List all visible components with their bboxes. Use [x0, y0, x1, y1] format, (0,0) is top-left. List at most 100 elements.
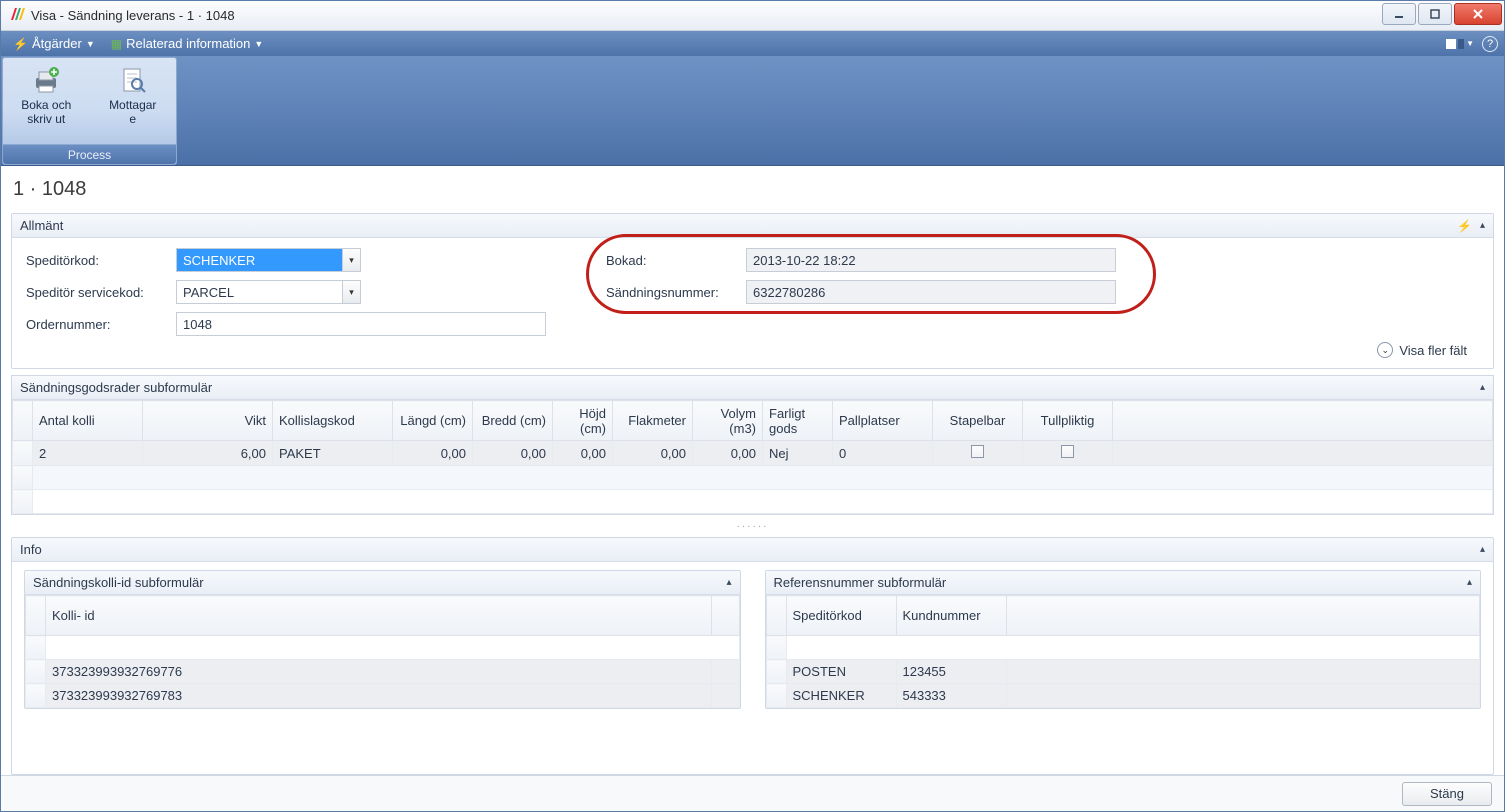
- button-label: Stäng: [1430, 786, 1464, 801]
- chevron-up-icon[interactable]: ▴: [1480, 544, 1485, 555]
- document-search-icon: [117, 64, 149, 96]
- menu-related-info[interactable]: ▦ Relaterad information ▼: [105, 34, 270, 53]
- cell[interactable]: 0,00: [613, 441, 693, 466]
- splitter[interactable]: ······: [11, 521, 1494, 531]
- ribbon-btn-label: Mottagar: [109, 98, 156, 112]
- chevron-up-icon[interactable]: ▴: [726, 577, 731, 588]
- col-spacer: [1006, 596, 1480, 636]
- menu-actions-label: Åtgärder: [32, 36, 82, 51]
- col-bredd[interactable]: Bredd (cm): [473, 401, 553, 441]
- chevron-down-icon: ▼: [86, 39, 95, 49]
- cell-tullpliktig[interactable]: [1023, 441, 1113, 466]
- col-spacer: [711, 596, 739, 636]
- input-servicekod[interactable]: [176, 280, 361, 304]
- cell[interactable]: PAKET: [273, 441, 393, 466]
- input-bokad: [746, 248, 1116, 272]
- row-selector[interactable]: [13, 441, 33, 466]
- printer-plus-icon: [30, 64, 62, 96]
- app-icon: [9, 6, 25, 25]
- view-toggle-icon[interactable]: ▼: [1446, 39, 1474, 49]
- dropdown-button[interactable]: ▾: [342, 249, 360, 271]
- col-vikt[interactable]: Vikt: [143, 401, 273, 441]
- col-kolli-id[interactable]: Kolli- id: [46, 596, 712, 636]
- col-kollislagskod[interactable]: Kollislagskod: [273, 401, 393, 441]
- close-form-button[interactable]: Stäng: [1402, 782, 1492, 806]
- cell[interactable]: 0,00: [553, 441, 613, 466]
- col-tullpliktig[interactable]: Tullpliktig: [1023, 401, 1113, 441]
- close-button[interactable]: [1454, 3, 1502, 25]
- cell[interactable]: 373323993932769776: [46, 660, 712, 684]
- cell[interactable]: 2: [33, 441, 143, 466]
- panel-header-general[interactable]: Allmänt ⚡ ▴: [12, 214, 1493, 238]
- chevron-up-icon[interactable]: ▴: [1480, 220, 1485, 231]
- cell[interactable]: 0: [833, 441, 933, 466]
- subpanel-header-ref[interactable]: Referensnummer subformulär ▴: [766, 571, 1481, 595]
- ribbon-group-process: Boka och skriv ut Mottagar e Process: [2, 57, 177, 165]
- dropdown-button[interactable]: ▾: [342, 281, 360, 303]
- chevron-down-icon: ▼: [254, 39, 263, 49]
- cell-stapelbar[interactable]: [933, 441, 1023, 466]
- page-title: 1 · 1048: [11, 174, 1494, 207]
- checkbox-icon[interactable]: [1061, 445, 1074, 458]
- input-speditorkod[interactable]: [176, 248, 361, 272]
- table-row[interactable]: [766, 636, 1480, 660]
- cell[interactable]: 373323993932769783: [46, 684, 712, 708]
- cell[interactable]: 0,00: [473, 441, 553, 466]
- col-farligt[interactable]: Farligt gods: [763, 401, 833, 441]
- chevron-up-icon[interactable]: ▴: [1480, 382, 1485, 393]
- col-speditorkod[interactable]: Speditörkod: [786, 596, 896, 636]
- cell[interactable]: POSTEN: [786, 660, 896, 684]
- maximize-button[interactable]: [1418, 3, 1452, 25]
- table-row[interactable]: 373323993932769783: [26, 684, 740, 708]
- table-row[interactable]: POSTEN123455: [766, 660, 1480, 684]
- panel-header-goods[interactable]: Sändningsgodsrader subformulär ▴: [12, 376, 1493, 400]
- table-row[interactable]: [13, 490, 1493, 514]
- table-row[interactable]: 373323993932769776: [26, 660, 740, 684]
- ribbon-btn-mottagare[interactable]: Mottagar e: [90, 58, 177, 144]
- menu-actions[interactable]: ⚡ Åtgärder ▼: [7, 34, 101, 53]
- col-hojd[interactable]: Höjd (cm): [553, 401, 613, 441]
- col-langd[interactable]: Längd (cm): [393, 401, 473, 441]
- help-icon[interactable]: ?: [1482, 36, 1498, 52]
- window: Visa - Sändning leverans - 1 · 1048 ⚡ Åt…: [0, 0, 1505, 812]
- col-pallplatser[interactable]: Pallplatser: [833, 401, 933, 441]
- cell[interactable]: Nej: [763, 441, 833, 466]
- col-volym[interactable]: Volym (m3): [693, 401, 763, 441]
- label-bokad: Bokad:: [606, 253, 746, 268]
- table-row[interactable]: [13, 466, 1493, 490]
- titlebar: Visa - Sändning leverans - 1 · 1048: [1, 1, 1504, 31]
- cell[interactable]: 6,00: [143, 441, 273, 466]
- kolli-table: Kolli- id 373323993932769776 37332399393…: [25, 595, 740, 708]
- show-more-fields[interactable]: ⌄ Visa fler fält: [26, 336, 1479, 364]
- chevron-up-icon[interactable]: ▴: [1467, 577, 1472, 588]
- cell[interactable]: SCHENKER: [786, 684, 896, 708]
- minimize-button[interactable]: [1382, 3, 1416, 25]
- ribbon-btn-boka-skrivut[interactable]: Boka och skriv ut: [3, 58, 90, 144]
- col-flakmeter[interactable]: Flakmeter: [613, 401, 693, 441]
- cell[interactable]: 543333: [896, 684, 1006, 708]
- panel-header-info[interactable]: Info ▴: [12, 538, 1493, 562]
- panel-title: Allmänt: [20, 218, 63, 233]
- menubar: ⚡ Åtgärder ▼ ▦ Relaterad information ▼ ▼…: [1, 31, 1504, 56]
- table-row[interactable]: 2 6,00 PAKET 0,00 0,00 0,00 0,00 0,00 Ne…: [13, 441, 1493, 466]
- ribbon: Boka och skriv ut Mottagar e Process: [1, 56, 1504, 166]
- form-icon: ▦: [111, 37, 122, 51]
- checkbox-icon[interactable]: [971, 445, 984, 458]
- table-row[interactable]: [26, 636, 740, 660]
- cell[interactable]: 123455: [896, 660, 1006, 684]
- ribbon-group-title: Process: [3, 144, 176, 164]
- label-speditorkod: Speditörkod:: [26, 253, 176, 268]
- col-antal-kolli[interactable]: Antal kolli: [33, 401, 143, 441]
- goods-table: Antal kolli Vikt Kollislagskod Längd (cm…: [12, 400, 1493, 514]
- cell[interactable]: 0,00: [693, 441, 763, 466]
- label-sandningsnummer: Sändningsnummer:: [606, 285, 746, 300]
- input-ordernummer[interactable]: [176, 312, 546, 336]
- col-kundnummer[interactable]: Kundnummer: [896, 596, 1006, 636]
- ref-table: Speditörkod Kundnummer POSTEN123455 SCHE…: [766, 595, 1481, 708]
- table-row[interactable]: SCHENKER543333: [766, 684, 1480, 708]
- col-stapelbar[interactable]: Stapelbar: [933, 401, 1023, 441]
- subpanel-header-kolli[interactable]: Sändningskolli-id subformulär ▴: [25, 571, 740, 595]
- label-ordernummer: Ordernummer:: [26, 317, 176, 332]
- chevron-down-circle-icon: ⌄: [1377, 342, 1393, 358]
- cell[interactable]: 0,00: [393, 441, 473, 466]
